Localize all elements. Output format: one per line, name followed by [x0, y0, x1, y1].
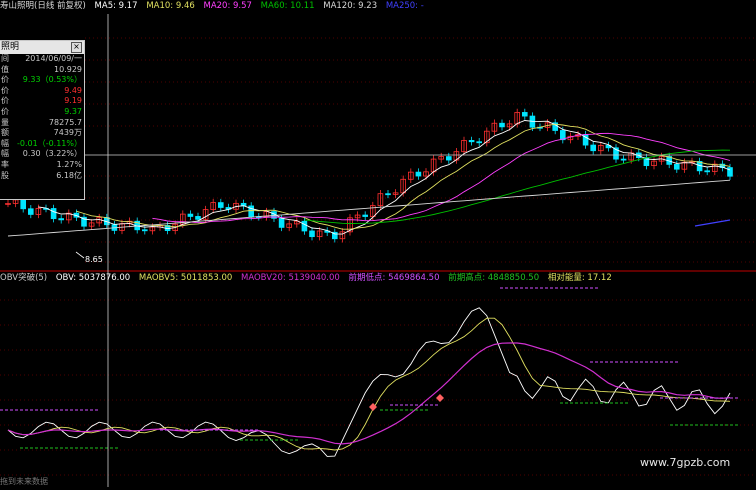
candle-body: [27, 208, 34, 215]
info-row-value: 1.27%: [56, 159, 82, 169]
candle-body: [20, 199, 26, 210]
info-row-label: 值: [1, 64, 9, 74]
info-row-label: 价: [1, 96, 9, 106]
info-row-value: 9.19: [64, 96, 82, 106]
candlestick-series: [5, 108, 733, 243]
ma-line: [694, 219, 731, 227]
info-panel-title: 照明: [1, 42, 20, 52]
candle-body: [445, 156, 452, 161]
candle-body: [499, 122, 505, 128]
stock-title: 寿山照明(日线 前复权): [0, 1, 86, 11]
obv-grid: [0, 299, 756, 476]
obv-lines: [0, 287, 740, 457]
info-row-label: 价: [1, 85, 9, 95]
candle-body: [415, 171, 422, 177]
info-row: 股 6.18亿: [0, 171, 84, 182]
candle-body: [704, 170, 710, 173]
candle-body: [476, 141, 482, 144]
ma-line: [152, 132, 731, 224]
info-row: 价 9.49: [0, 86, 84, 97]
info-row-value: 7439万: [53, 128, 82, 138]
info-panel-titlebar[interactable]: 照明 ×: [0, 41, 84, 54]
candle-body: [309, 230, 315, 238]
low-price-pointer: [75, 251, 85, 259]
info-row-value: 0.30（3.22%）: [22, 149, 82, 159]
info-row: 幅 -0.01（-0.11%）: [0, 139, 84, 150]
info-row-value: 6.18亿: [56, 170, 82, 180]
candle-body: [674, 163, 680, 170]
ma-line: [38, 120, 731, 235]
candle-body: [141, 229, 148, 232]
site-watermark: www.7gpzb.com: [640, 456, 731, 469]
candle-body: [590, 144, 596, 152]
ma5-readout: MA5: 9.17: [94, 1, 138, 11]
buy-signal-diamond: [436, 394, 444, 402]
prev-high-readout: 前期高点: 4848850.50: [448, 273, 540, 283]
maobv5-readout: MAOBV5: 5011853.00: [138, 273, 233, 283]
moving-average-lines: [7, 120, 731, 237]
info-row-label: 间: [1, 54, 9, 63]
info-row-label: 股: [1, 170, 9, 180]
chart-stage[interactable]: 8.65 寿山照明(日线 前复权) MA5: 9.17 MA10: 9.46 M…: [0, 0, 756, 487]
obv-line: [7, 307, 731, 457]
info-row-value: 78275.7: [48, 117, 82, 127]
info-row: 幅 0.30（3.22%）: [0, 149, 84, 160]
candle-body: [50, 208, 57, 220]
candle-body: [385, 193, 391, 196]
info-row: 价 9.19: [0, 96, 84, 107]
info-row-label: 幅: [1, 138, 9, 148]
info-row-label: 量: [1, 117, 9, 127]
candle-body: [195, 216, 201, 220]
info-rows: 间 2014/06/09/一值 10.929 价 9.33（0.53%） 价 9.49 价 9.…: [0, 54, 84, 181]
ma10-readout: MA10: 9.46: [146, 1, 195, 11]
obv-panel-header: OBV突破(5) OBV: 5037876.00 MAOBV5: 5011853…: [0, 272, 618, 284]
obv-readout: OBV: 5037876.00: [55, 273, 131, 283]
maobv20-readout: MAOBV20: 5139040.00: [240, 273, 340, 283]
info-row-label: 幅: [1, 149, 9, 159]
info-row-value: 9.37: [64, 106, 82, 116]
relative-energy-readout: 相对能量: 17.12: [547, 273, 612, 283]
info-row: 价 9.37: [0, 107, 84, 118]
maobv20-line: [7, 342, 731, 445]
price-panel-header: 寿山照明(日线 前复权) MA5: 9.17 MA10: 9.46 MA20: …: [0, 0, 430, 12]
info-row-value: 9.49: [64, 85, 82, 95]
ma60-readout: MA60: 10.11: [260, 1, 315, 11]
ma120-readout: MA120: 9.23: [323, 1, 378, 11]
candle-body: [522, 112, 528, 117]
info-row-label: 额: [1, 128, 9, 138]
candle-body: [301, 220, 308, 232]
info-row: 量 78275.7: [0, 118, 84, 129]
info-row-value: 10.929: [54, 64, 82, 74]
candle-body: [58, 218, 64, 221]
info-row-label: 率: [1, 159, 9, 169]
info-row: 额 7439万: [0, 128, 84, 139]
candle-body: [278, 217, 285, 228]
ma20-readout: MA20: 9.57: [203, 1, 252, 11]
info-row-label: 价: [1, 75, 9, 85]
candle-body: [468, 140, 475, 143]
info-row-value: -0.01（-0.11%）: [17, 138, 82, 148]
candle-body: [620, 158, 627, 161]
prev-low-readout: 前期低点: 5469864.50: [348, 273, 440, 283]
info-row-label: 价: [1, 106, 9, 116]
info-row-value: 2014/06/09/一: [25, 54, 82, 63]
ma-line: [304, 149, 731, 224]
info-row: 值 10.929: [0, 65, 84, 76]
price-grid: [85, 37, 756, 263]
info-row-value: 9.33（0.53%）: [22, 75, 82, 85]
info-row: 率 1.27%: [0, 160, 84, 171]
ma-line: [7, 179, 731, 237]
footer-text: 拖到未来数据: [0, 477, 48, 486]
info-row: 价 9.33（0.53%）: [0, 75, 84, 86]
close-icon[interactable]: ×: [71, 42, 82, 53]
chart-canvas[interactable]: 8.65: [0, 0, 756, 487]
info-row: 间 2014/06/09/一: [0, 54, 84, 65]
obv-indicator-name: OBV突破(5): [0, 273, 48, 283]
quote-info-panel[interactable]: 照明 × 间 2014/06/09/一值 10.929 价 9.33（0.53%） 价 9.…: [0, 40, 85, 200]
candle-body: [187, 213, 194, 217]
ma250-readout: MA250: -: [385, 1, 424, 11]
low-price-label: 8.65: [85, 255, 103, 264]
candle-body: [217, 202, 224, 208]
candle-body: [362, 214, 368, 217]
